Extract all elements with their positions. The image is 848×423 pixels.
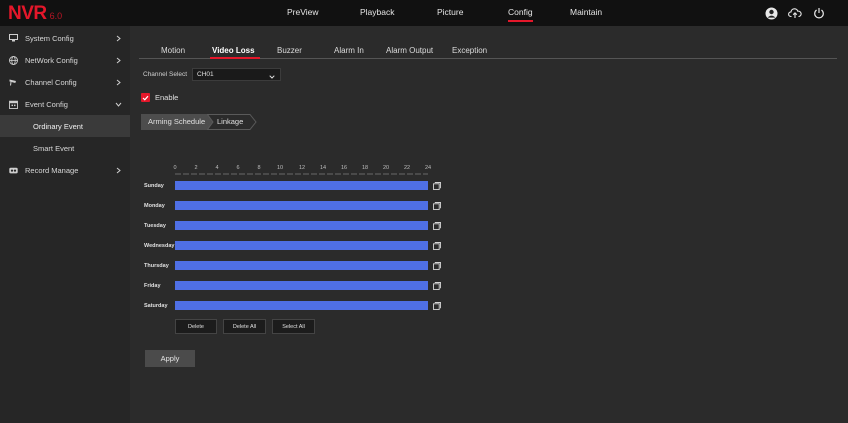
subtab-label: Linkage (217, 117, 244, 126)
subtab-linkage[interactable]: Linkage (207, 114, 255, 130)
sidebar-subitem-label: Smart Event (33, 143, 75, 153)
select-all-button-label: Select All (282, 323, 305, 330)
sidebar-item-record-manage[interactable]: Record Manage (0, 159, 130, 181)
globe-icon (9, 55, 18, 65)
channel-select[interactable]: CH01 (192, 68, 281, 81)
nav-preview[interactable]: PreView (287, 0, 319, 26)
hour-tick-ruler (175, 173, 428, 175)
hour-label: 24 (424, 165, 432, 171)
schedule-bar-monday[interactable] (175, 201, 428, 210)
schedule-bar-friday[interactable] (175, 281, 428, 290)
day-label-thursday: Thursday (144, 263, 169, 269)
enable-checkbox[interactable] (141, 93, 150, 102)
hour-label: 4 (215, 165, 219, 171)
checkmark-icon (142, 95, 149, 101)
hour-label: 16 (340, 165, 348, 171)
chevron-down-icon (269, 72, 275, 83)
tab-alarm-output[interactable]: Alarm Output (386, 46, 433, 55)
schedule-bar-sunday[interactable] (175, 181, 428, 190)
copy-icon[interactable] (433, 202, 441, 210)
hour-label: 22 (403, 165, 411, 171)
schedule-bar-wednesday[interactable] (175, 241, 428, 250)
apply-button-label: Apply (160, 354, 180, 363)
nav-picture[interactable]: Picture (437, 0, 463, 26)
schedule-bar-tuesday[interactable] (175, 221, 428, 230)
chevron-right-icon (114, 166, 122, 174)
day-label-tuesday: Tuesday (144, 223, 166, 229)
app-logo: NVR 6.0 (8, 3, 63, 24)
chevron-right-icon (114, 56, 122, 64)
nav-maintain[interactable]: Maintain (570, 0, 602, 26)
chevron-down-icon (114, 100, 122, 108)
sidebar-subitem-label: Ordinary Event (33, 121, 84, 131)
hour-label: 6 (236, 165, 240, 171)
day-label-monday: Monday (144, 203, 165, 209)
apply-button[interactable]: Apply (145, 350, 195, 367)
tab-alarm-in[interactable]: Alarm In (334, 46, 364, 55)
power-icon[interactable] (811, 5, 827, 21)
schedule-bar-thursday[interactable] (175, 261, 428, 270)
copy-icon[interactable] (433, 282, 441, 290)
subtab-arming-schedule[interactable]: Arming Schedule (141, 114, 213, 130)
hour-label: 20 (382, 165, 390, 171)
top-bar: NVR 6.0 PreView Playback Picture Config … (0, 0, 848, 26)
logo-version: 6.0 (49, 11, 63, 21)
hour-label: 12 (298, 165, 306, 171)
hour-label: 8 (257, 165, 261, 171)
chevron-right-icon (114, 34, 122, 42)
sidebar-item-label: NetWork Config (25, 55, 78, 65)
day-label-saturday: Saturday (144, 303, 168, 309)
nav-playback[interactable]: Playback (360, 0, 395, 26)
sidebar-item-network-config[interactable]: NetWork Config (0, 49, 130, 71)
day-label-wednesday: Wednesday (144, 243, 175, 249)
schedule-bar-saturday[interactable] (175, 301, 428, 310)
delete-button[interactable]: Delete (175, 319, 217, 334)
sidebar: System Config NetWork Config Channel Con… (0, 26, 130, 423)
sidebar-subitem-smart-event[interactable]: Smart Event (0, 137, 130, 159)
nav-config[interactable]: Config (508, 0, 533, 26)
sidebar-item-label: Event Config (25, 99, 68, 109)
user-avatar-icon[interactable] (763, 5, 779, 21)
record-icon (9, 166, 18, 175)
sidebar-item-event-config[interactable]: Event Config (0, 93, 130, 115)
monitor-icon (9, 34, 18, 43)
active-tab-indicator (210, 57, 260, 59)
delete-button-label: Delete (188, 323, 204, 330)
enable-label: Enable (155, 93, 179, 102)
tab-buzzer[interactable]: Buzzer (277, 46, 302, 55)
copy-icon[interactable] (433, 262, 441, 270)
hour-label: 14 (319, 165, 327, 171)
sidebar-item-label: System Config (25, 33, 74, 43)
copy-icon[interactable] (433, 242, 441, 250)
day-label-friday: Friday (144, 283, 161, 289)
channel-select-label: Channel Select (143, 71, 188, 78)
cloud-upload-icon[interactable] (787, 5, 803, 21)
copy-icon[interactable] (433, 302, 441, 310)
sidebar-item-label: Channel Config (25, 77, 77, 87)
sidebar-item-channel-config[interactable]: Channel Config (0, 71, 130, 93)
logo-text: NVR (8, 3, 47, 24)
hour-label: 2 (194, 165, 198, 171)
copy-icon[interactable] (433, 182, 441, 190)
copy-icon[interactable] (433, 222, 441, 230)
sidebar-subitem-ordinary-event[interactable]: Ordinary Event (0, 115, 130, 137)
tab-motion[interactable]: Motion (161, 46, 185, 55)
sidebar-item-system-config[interactable]: System Config (0, 27, 130, 49)
sidebar-item-label: Record Manage (25, 165, 79, 175)
calendar-icon (9, 100, 18, 109)
main-panel: Motion Video Loss Buzzer Alarm In Alarm … (130, 26, 848, 423)
tab-exception[interactable]: Exception (452, 46, 487, 55)
day-label-sunday: Sunday (144, 183, 164, 189)
select-all-button[interactable]: Select All (272, 319, 315, 334)
hour-label: 18 (361, 165, 369, 171)
hour-label: 10 (276, 165, 284, 171)
chevron-right-icon (114, 78, 122, 86)
tab-video-loss[interactable]: Video Loss (212, 46, 255, 55)
delete-all-button[interactable]: Delete All (223, 319, 266, 334)
camera-icon (9, 78, 18, 87)
channel-select-value: CH01 (197, 71, 214, 78)
subtab-label: Arming Schedule (148, 117, 206, 126)
delete-all-button-label: Delete All (232, 323, 257, 330)
hour-label: 0 (173, 165, 177, 171)
